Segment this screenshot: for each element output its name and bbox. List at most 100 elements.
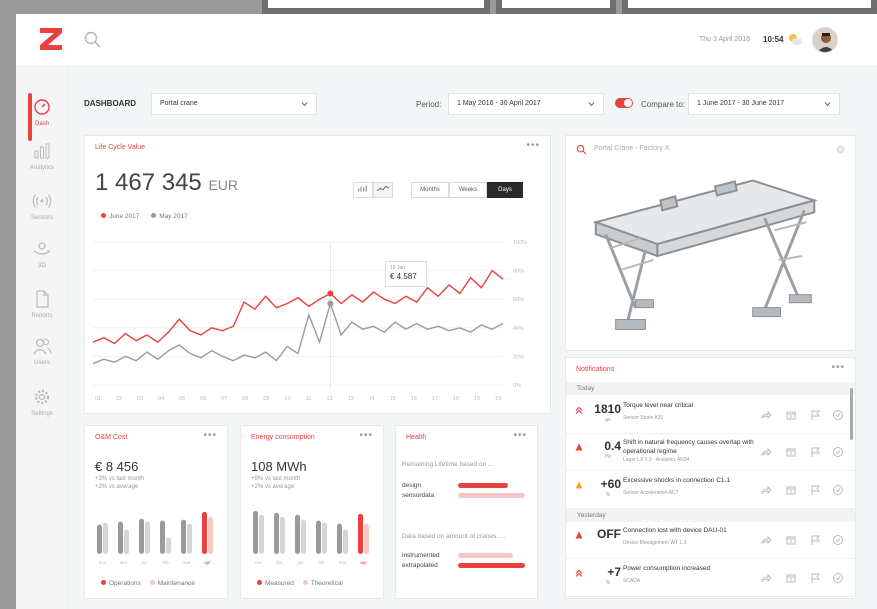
sidebar-item-settings[interactable]: Settings [16, 385, 68, 429]
check-circle-icon[interactable] [832, 409, 844, 421]
notification-row[interactable]: OFF Connection lost with device DAU-01 Dev… [566, 521, 855, 559]
months-button[interactable]: Months [411, 182, 449, 198]
bar-maintenance[interactable] [166, 537, 171, 554]
notification-unit: µɛ [605, 417, 611, 423]
bar-measured[interactable] [316, 520, 321, 554]
asset-select[interactable]: Portal crane [151, 93, 317, 115]
crane-3d-model[interactable] [566, 160, 855, 350]
bar-maintenance[interactable] [124, 529, 129, 555]
share-icon[interactable] [760, 572, 772, 584]
bar-maintenance[interactable] [145, 521, 150, 554]
highlight-point[interactable] [327, 290, 334, 297]
clear-search-icon[interactable] [836, 145, 845, 154]
page-title: DASHBOARD [84, 99, 136, 108]
x-tick-label: 19 [495, 396, 501, 402]
more-options-icon[interactable]: ••• [831, 362, 845, 373]
bar-maintenance[interactable] [208, 516, 213, 554]
bar-theoretical[interactable] [343, 529, 348, 555]
sidebar-item-analytics[interactable]: Analytics [16, 139, 68, 183]
legend-item: Operations [101, 580, 141, 587]
y-tick-label: 60% [513, 297, 524, 303]
asset-search-input[interactable]: Portal Crane - Factory X [594, 145, 669, 152]
check-circle-icon[interactable] [832, 534, 844, 546]
share-icon[interactable] [760, 446, 772, 458]
weeks-button[interactable]: Weeks [449, 182, 487, 198]
check-circle-icon[interactable] [832, 484, 844, 496]
energy-chart[interactable]: nov dec jan feb mar apr [241, 501, 383, 571]
sidebar-item-3d[interactable]: 3D [16, 237, 68, 281]
bar-measured[interactable] [337, 523, 342, 554]
line-view-button[interactable] [373, 182, 393, 198]
current-time: 10:54 [763, 35, 784, 44]
flag-icon[interactable] [809, 572, 821, 584]
bar-operations[interactable] [202, 511, 207, 554]
bar-view-button[interactable] [353, 182, 373, 198]
sidebar-item-dash[interactable]: Dash [16, 93, 68, 141]
check-circle-icon[interactable] [832, 446, 844, 458]
search-icon[interactable] [84, 31, 102, 49]
notification-source: SCADA [623, 578, 641, 584]
om-cost-value: € 8 456 [95, 459, 139, 474]
bar-operations[interactable] [181, 519, 186, 554]
archive-icon[interactable] [785, 446, 797, 458]
life-cycle-chart[interactable]: 100% 80% 60% 40% 20% 0% 01 02 03 04 05 06 07 08 09 10 11… [85, 228, 550, 410]
chart-tooltip: 15 Jan € 4.587 [385, 261, 427, 287]
flag-icon[interactable] [809, 446, 821, 458]
notification-title: Connection lost with device DAU-01 [623, 527, 727, 534]
sidebar-item-sensors[interactable]: Sensors [16, 189, 68, 233]
highlight-point[interactable] [327, 300, 334, 307]
bar-theoretical[interactable] [364, 523, 369, 554]
brand-logo-icon[interactable] [40, 28, 62, 50]
x-tick-label: 19 [474, 396, 480, 402]
sidebar: Dash Analytics Sensors 3D Reports Users … [16, 65, 68, 609]
om-sub-month: +3% vs last month [95, 476, 145, 482]
more-options-icon[interactable]: ••• [359, 430, 373, 441]
series-line-0[interactable] [92, 269, 504, 345]
bar-operations[interactable] [97, 524, 102, 554]
bar-theoretical[interactable] [280, 516, 285, 554]
period-select[interactable]: 1 May 2016 - 30 April 2017 [448, 93, 604, 115]
more-options-icon[interactable]: ••• [526, 140, 540, 151]
series-line-1[interactable] [92, 301, 504, 365]
bar-measured[interactable] [274, 512, 279, 554]
sidebar-item-users[interactable]: Users [16, 334, 68, 378]
share-icon[interactable] [760, 484, 772, 496]
bar-measured[interactable] [358, 513, 363, 554]
notification-row[interactable]: 1810 µɛ Torque level near critical Sensor S… [566, 396, 855, 434]
compare-select[interactable]: 1 June 2017 - 30 June 2017 [688, 93, 840, 115]
archive-icon[interactable] [785, 409, 797, 421]
life-cycle-unit: EUR [208, 177, 239, 193]
archive-icon[interactable] [785, 534, 797, 546]
more-options-icon[interactable]: ••• [203, 430, 217, 441]
share-icon[interactable] [760, 534, 772, 546]
om-cost-chart[interactable]: nov dec jan feb mar apr [85, 501, 227, 571]
notification-source: Device Management WT 1.3 [623, 540, 687, 546]
flag-icon[interactable] [809, 534, 821, 546]
flag-icon[interactable] [809, 409, 821, 421]
more-options-icon[interactable]: ••• [513, 430, 527, 441]
share-icon[interactable] [760, 409, 772, 421]
notification-row[interactable]: +7% Power consumption increased SCADA [566, 559, 855, 597]
notifications-card: Notifications ••• Today 1810 µɛ Torque lev… [565, 357, 856, 599]
notification-row[interactable]: 0.4 Hz Shift in natural frequency causes o… [566, 433, 855, 471]
bar-theoretical[interactable] [259, 514, 264, 554]
bar-maintenance[interactable] [187, 523, 192, 554]
bar-measured[interactable] [253, 510, 258, 554]
bar-operations[interactable] [139, 518, 144, 554]
days-button[interactable]: Days [487, 182, 523, 198]
bar-theoretical[interactable] [322, 522, 327, 554]
notification-row[interactable]: +60% Excessive shocks in connection C1.1 S… [566, 471, 855, 509]
bar-maintenance[interactable] [103, 522, 108, 554]
bar-measured[interactable] [295, 514, 300, 554]
sidebar-item-reports[interactable]: Reports [16, 287, 68, 331]
notifications-scrollbar[interactable] [850, 388, 853, 440]
archive-icon[interactable] [785, 572, 797, 584]
compare-toggle[interactable] [615, 98, 633, 108]
bar-theoretical[interactable] [301, 519, 306, 554]
check-circle-icon[interactable] [832, 572, 844, 584]
flag-icon[interactable] [809, 484, 821, 496]
bar-operations[interactable] [118, 521, 123, 554]
bar-operations[interactable] [160, 520, 165, 554]
archive-icon[interactable] [785, 484, 797, 496]
user-avatar[interactable] [812, 27, 838, 53]
